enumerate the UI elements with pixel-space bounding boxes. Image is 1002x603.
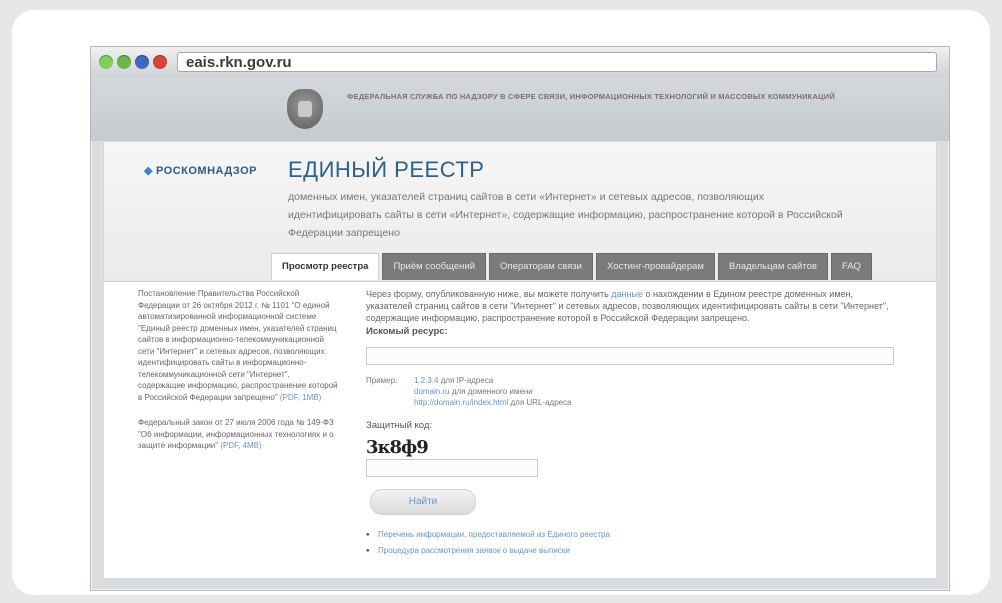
tab-faq[interactable]: FAQ [830, 253, 872, 280]
intro-text: Через форму, опубликованную ниже, вы мож… [366, 289, 889, 323]
green-circle-icon[interactable] [99, 55, 113, 69]
procedure-link[interactable]: Процедура рассмотрения заявок о выдаче в… [366, 543, 896, 559]
tab-hosting[interactable]: Хостинг-провайдерам [595, 253, 715, 280]
resource-label: Искомый ресурс: [366, 326, 448, 337]
info-links: Перечень информации, предоставляемой из … [366, 527, 896, 559]
examples: Пример: 1.2.3.4 для IP-адреса domain.ru … [366, 376, 572, 407]
decree-block: Постановление Правительства Российской Ф… [138, 288, 338, 403]
page-subtitle: доменных имен, указателей страниц сайтов… [288, 191, 843, 239]
example-url-link[interactable]: http://domain.ru/index.html [414, 398, 508, 407]
tab-site-owners[interactable]: Владельцам сайтов [717, 253, 828, 280]
page-title: ЕДИНЫЙ РЕЕСТР [288, 157, 485, 182]
captcha-input[interactable] [366, 459, 538, 477]
data-link[interactable]: данные [611, 289, 643, 299]
decree-text: Постановление Правительства Российской Ф… [138, 289, 338, 402]
tab-bar: Просмотр реестра Приём сообщений Операто… [271, 253, 872, 281]
browser-screenshot: eais.rkn.gov.ru ФЕДЕРАЛЬНАЯ СЛУЖБА ПО НА… [90, 46, 950, 591]
url-text: eais.rkn.gov.ru [186, 54, 292, 71]
info-list-link[interactable]: Перечень информации, предоставляемой из … [366, 527, 896, 543]
captcha-label: Защитный код: [366, 420, 433, 431]
address-bar[interactable]: eais.rkn.gov.ru [177, 52, 937, 72]
find-button[interactable]: Найти [370, 489, 476, 515]
content-area: Постановление Правительства Российской Ф… [103, 281, 937, 579]
tab-view-registry[interactable]: Просмотр реестра [271, 253, 380, 280]
red-circle-icon[interactable] [153, 55, 167, 69]
legal-sidebar: Постановление Правительства Российской Ф… [138, 288, 338, 466]
example-domain-link[interactable]: domain.ru [414, 387, 450, 396]
example-ip-link[interactable]: 1.2.3.4 [414, 376, 438, 385]
law-block: Федеральный закон от 27 июля 2006 года №… [138, 417, 338, 452]
coat-of-arms-icon [287, 89, 323, 129]
resource-input[interactable] [366, 347, 894, 365]
examples-label: Пример: [366, 376, 398, 385]
search-form: Через форму, опубликованную ниже, вы мож… [366, 288, 896, 567]
site-header: ФЕДЕРАЛЬНАЯ СЛУЖБА ПО НАДЗОРУ В СФЕРЕ СВ… [91, 77, 949, 141]
roskomnadzor-logo[interactable]: ◆ РОСКОМНАДЗОР [144, 164, 257, 177]
green-circle-icon[interactable] [117, 55, 131, 69]
captcha-image: 3к8ф9 [366, 437, 429, 458]
decree-pdf-link[interactable]: (PDF, 1MB) [280, 393, 321, 402]
blue-circle-icon[interactable] [135, 55, 149, 69]
tab-operators[interactable]: Операторам связи [489, 253, 593, 280]
card: eais.rkn.gov.ru ФЕДЕРАЛЬНАЯ СЛУЖБА ПО НА… [12, 10, 990, 595]
law-pdf-link[interactable]: (PDF, 4MB) [220, 441, 261, 450]
logo-diamond-icon: ◆ [144, 165, 153, 177]
tab-messages[interactable]: Приём сообщений [382, 253, 487, 280]
browser-toolbar: eais.rkn.gov.ru [91, 47, 949, 78]
agency-name: ФЕДЕРАЛЬНАЯ СЛУЖБА ПО НАДЗОРУ В СФЕРЕ СВ… [347, 92, 835, 101]
